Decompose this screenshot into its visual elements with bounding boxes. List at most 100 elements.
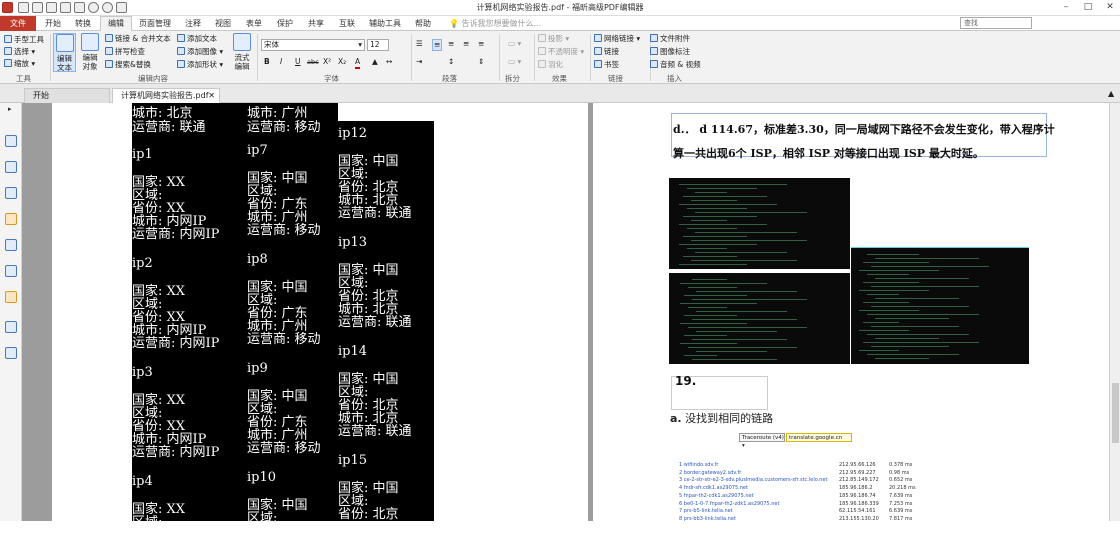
menu-accessibility[interactable]: 辅助工具 [366, 17, 404, 31]
link-merge-text-button[interactable]: 链接 & 合并文本 [105, 34, 171, 44]
menu-comment[interactable]: 注释 [180, 17, 206, 31]
font-size-value: 12 [370, 40, 380, 49]
vertical-scrollbar[interactable] [1109, 103, 1120, 521]
close-button[interactable]: ✕ [1100, 1, 1120, 14]
item-a-text: 没找到相同的链路 [685, 412, 774, 425]
link-button[interactable]: 链接 [594, 47, 619, 57]
indent-icon[interactable]: ⇥ [416, 57, 422, 67]
scrollbar-thumb[interactable] [1112, 383, 1119, 443]
window-title: 计算机网络实验报告.pdf - 福昕高级PDF编辑器 [476, 3, 644, 12]
menu-form[interactable]: 表单 [241, 17, 267, 31]
menu-file[interactable]: 文件 [0, 16, 36, 31]
hop-host[interactable]: 2 border.gateway2.sdv.fr [679, 470, 741, 476]
add-shape-button[interactable]: 添加形状 ▾ [177, 60, 223, 70]
find-input[interactable]: 查找 [960, 17, 1032, 29]
layers-panel-icon[interactable] [5, 213, 17, 225]
collapse-panel-icon[interactable]: ▸ [8, 105, 12, 113]
search-replace-label: 搜索&替换 [115, 60, 151, 69]
menu-view[interactable]: 视图 [210, 17, 236, 31]
edit-object-button[interactable]: 编辑 对象 [78, 33, 102, 72]
bullet-list-icon[interactable]: ☰ [416, 39, 423, 49]
subscript-button[interactable]: X₂ [338, 57, 346, 67]
bookmark-button[interactable]: 书签 [594, 60, 619, 70]
terminal-text-line [679, 224, 767, 225]
pages-panel-icon[interactable] [5, 161, 17, 173]
pdf-page-left[interactable]: 城市: 北京 城市: 广州 运营商: 联通 运营商: 移动 ip1 国家: XX 区域: 省份… [52, 103, 588, 543]
content-panel-icon[interactable] [5, 321, 17, 333]
menu-home[interactable]: 开始 [40, 17, 66, 31]
font-family-select[interactable]: 宋体 ▾ [261, 39, 365, 51]
font-color-button[interactable]: A [355, 57, 361, 69]
align-right-icon[interactable]: ≡ [463, 39, 469, 49]
image-annotation-button[interactable]: 图像标注 [650, 47, 690, 57]
security-lock-icon[interactable] [5, 291, 17, 303]
minimize-button[interactable]: – [1056, 1, 1076, 14]
hop-host[interactable]: 3 ce-2-str-str-e2-3-sdv.pluslmedia.custo… [679, 477, 828, 483]
signature-panel-icon[interactable] [5, 265, 17, 277]
spell-check-button[interactable]: 拼写检查 [105, 47, 145, 57]
paragraph-line-1[interactable]: d.． d 114.67，标准差3.30，同一局域网下路径不会发生变化，带入程序… [673, 121, 1055, 137]
paragraph-line-2[interactable]: 算一共出现6个 ISP，相邻 ISP 对等接口出现 ISP 最大时延。 [673, 145, 984, 161]
terminal-text-line [687, 228, 737, 229]
select-button[interactable]: 选择 ▾ [4, 47, 35, 57]
hand-tool-button[interactable]: 手型工具 [4, 35, 44, 45]
add-text-icon [177, 34, 185, 42]
split-icon[interactable]: ▭ ▾ [508, 39, 521, 49]
traceroute-select[interactable]: Traceroute (v4) ▾ [739, 433, 785, 449]
hop-host[interactable]: 6 be0-1-0-7.fnpar-th2-zdk1.as29075.net [679, 501, 779, 507]
opacity-button[interactable]: 不透明度 ▾ [538, 47, 584, 57]
scroll-up-icon[interactable]: ▲ [1108, 89, 1114, 98]
italic-button[interactable]: I [280, 57, 282, 67]
hop-host[interactable]: 4 fndr-sfr.cdk1.as29075.net [679, 485, 748, 491]
menu-connect[interactable]: 互联 [334, 17, 360, 31]
maximize-button[interactable]: □ [1078, 1, 1098, 14]
heading-19[interactable]: 19. [675, 374, 696, 388]
align-center-icon[interactable]: ≡ [448, 39, 454, 49]
audio-video-button[interactable]: 音频 & 视频 [650, 60, 701, 70]
tell-me-search[interactable]: 💡 告诉我您想要做什么... [449, 18, 541, 29]
file-attachment-button[interactable]: 文件附件 [650, 34, 690, 44]
menu-page-manage[interactable]: 页面管理 [136, 17, 174, 31]
hop-host[interactable]: 1 wifiindo.sdv.fr [679, 462, 718, 468]
shadow-button[interactable]: 投影 ▾ [538, 34, 569, 44]
item-a[interactable]: a. 没找到相同的链路 [670, 410, 773, 426]
menu-help[interactable]: 帮助 [410, 17, 436, 31]
bold-button[interactable]: B [264, 57, 270, 67]
tab-document[interactable]: 计算机网络实验报告.pdf ✕ [112, 88, 220, 103]
flow-edit-button[interactable]: 流式 编辑 [230, 33, 254, 72]
align-left-icon[interactable]: ≡ [432, 39, 443, 51]
close-icon[interactable]: ✕ [208, 89, 215, 103]
search-replace-button[interactable]: 搜索&替换 [105, 60, 151, 70]
underline-button[interactable]: U [295, 57, 301, 67]
superscript-button[interactable]: X² [323, 57, 331, 67]
pdf-page-right[interactable]: d.． d 114.67，标准差3.30，同一局域网下路径不会发生变化，带入程序… [593, 103, 1120, 522]
edit-text-button[interactable]: 编辑 文本 [53, 33, 76, 72]
para-spacing-icon[interactable]: ⇕ [478, 57, 484, 67]
web-link-button[interactable]: 网络链接 ▾ [594, 34, 640, 44]
feather-button[interactable]: 羽化 [538, 60, 563, 70]
add-text-button[interactable]: 添加文本 [177, 34, 217, 44]
comments-panel-icon[interactable] [5, 187, 17, 199]
join-icon[interactable]: ▭ ▾ [508, 57, 521, 67]
strikethrough-button[interactable]: abc [307, 57, 319, 67]
highlight-icon[interactable]: ▲ [372, 57, 378, 67]
font-size-select[interactable]: 12 [367, 39, 389, 51]
menu-protect[interactable]: 保护 [272, 17, 298, 31]
attachments-panel-icon[interactable] [5, 239, 17, 251]
menu-edit[interactable]: 编辑 [100, 16, 132, 32]
line-spacing-icon[interactable]: ↕ [448, 57, 454, 67]
hop-host[interactable]: 7 prs-b5-link.telia.net [679, 508, 733, 514]
menu-share[interactable]: 共享 [303, 17, 329, 31]
document-view[interactable]: 城市: 北京 城市: 广州 运营商: 联通 运营商: 移动 ip1 国家: XX 区域: 省份… [22, 103, 1120, 543]
add-image-button[interactable]: 添加图像 ▾ [177, 47, 223, 57]
bookmark-panel-icon[interactable] [5, 135, 17, 147]
traceroute-target-input[interactable]: translate.google.cn [786, 433, 852, 442]
tags-panel-icon[interactable] [5, 347, 17, 359]
hop-host[interactable]: 5 fnpar-th2-cdk1.as29075.net [679, 493, 754, 499]
menu-convert[interactable]: 转换 [70, 17, 96, 31]
char-spacing-icon[interactable]: ↔ [386, 57, 392, 67]
terminal-text-line [687, 248, 727, 249]
tab-start[interactable]: 开始 [24, 88, 110, 103]
justify-icon[interactable]: ≡ [478, 39, 484, 49]
zoom-button[interactable]: 缩放 ▾ [4, 59, 35, 69]
